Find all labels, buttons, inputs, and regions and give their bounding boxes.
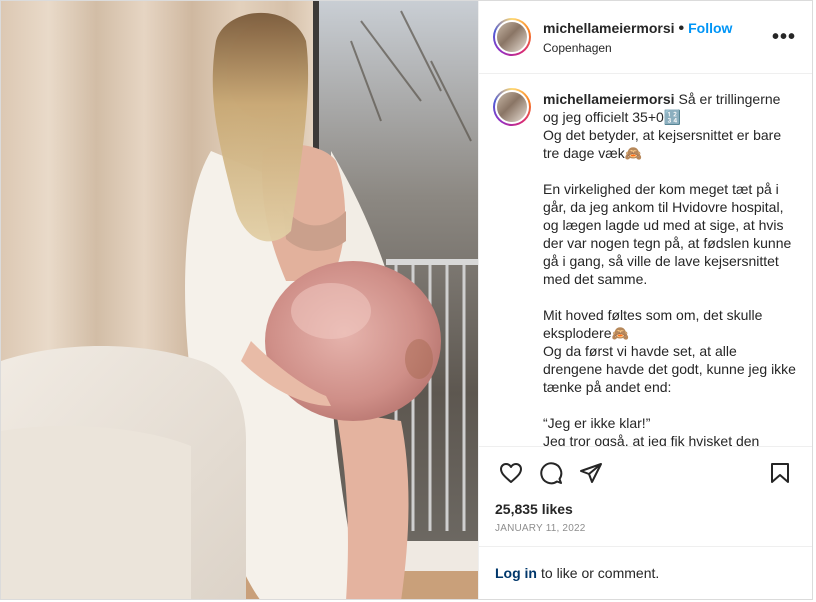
caption-area[interactable]: michellameiermorsi Så er trillingerne og …: [479, 74, 812, 447]
location-link[interactable]: Copenhagen: [543, 41, 772, 55]
post-date[interactable]: JANUARY 11, 2022: [479, 523, 812, 534]
bookmark-icon[interactable]: [760, 453, 800, 493]
likes-count[interactable]: 25,835 likes: [479, 501, 812, 517]
heart-icon[interactable]: [491, 453, 531, 493]
separator-dot: •: [678, 19, 685, 37]
avatar-image: [495, 90, 529, 124]
post-photo[interactable]: [1, 1, 478, 599]
post-header: michellameiermorsi • Follow Copenhagen •••: [479, 1, 812, 74]
username-link[interactable]: michellameiermorsi: [543, 20, 675, 36]
comment-icon[interactable]: [531, 453, 571, 493]
login-link[interactable]: Log in: [495, 565, 537, 581]
caption-avatar[interactable]: [493, 88, 531, 126]
caption-text: Så er trillingerne og jeg officielt 35+0…: [543, 91, 796, 447]
header-top-line: michellameiermorsi • Follow: [543, 20, 772, 38]
avatar-image: [495, 20, 529, 54]
caption-username-link[interactable]: michellameiermorsi: [543, 91, 675, 107]
login-suffix: to like or comment.: [541, 565, 660, 581]
action-bar: [479, 447, 812, 499]
paper-plane-icon[interactable]: [571, 453, 611, 493]
follow-button[interactable]: Follow: [688, 20, 732, 36]
instagram-post: michellameiermorsi • Follow Copenhagen •••…: [0, 0, 813, 600]
avatar[interactable]: [493, 18, 531, 56]
header-text: michellameiermorsi • Follow Copenhagen: [543, 20, 772, 55]
more-options-icon[interactable]: •••: [772, 26, 796, 49]
post-side-panel: michellameiermorsi • Follow Copenhagen •••…: [478, 1, 812, 599]
login-prompt: Log in to like or comment.: [479, 546, 812, 599]
post-image: [1, 1, 478, 599]
caption: michellameiermorsi Så er trillingerne og …: [543, 90, 798, 446]
